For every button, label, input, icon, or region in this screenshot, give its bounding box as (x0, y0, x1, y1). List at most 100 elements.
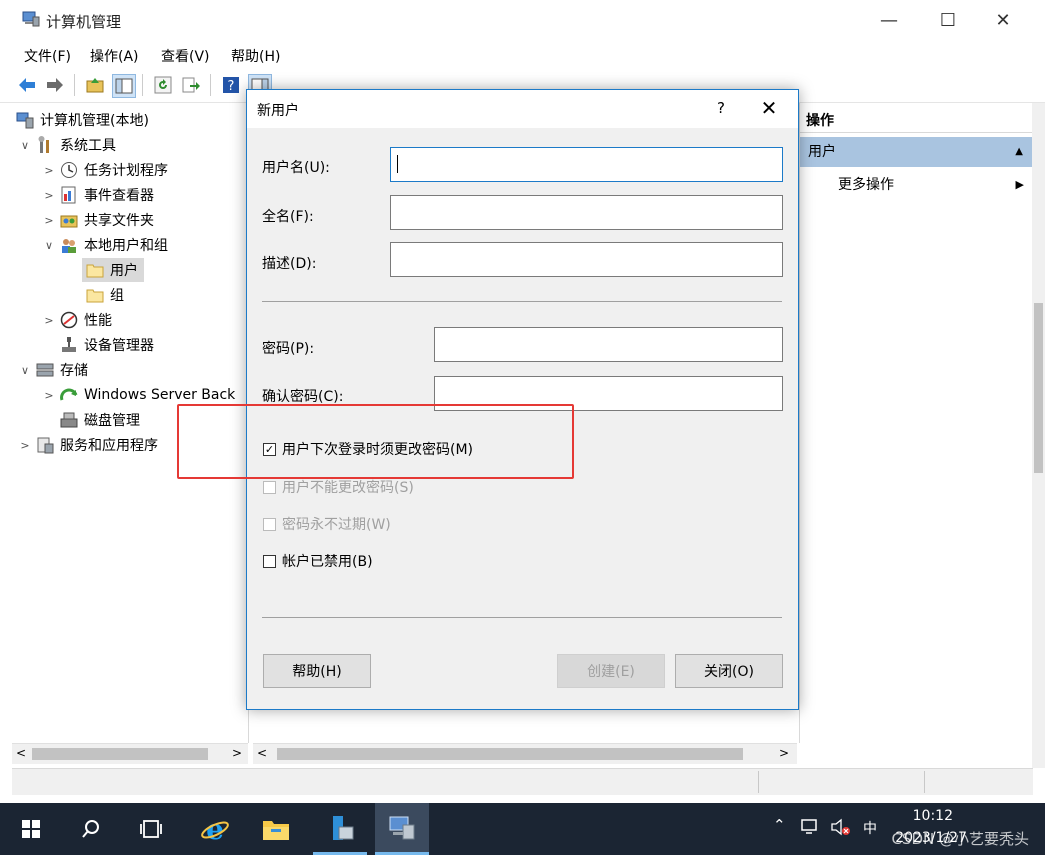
scroll-right-icon[interactable]: > (779, 746, 789, 760)
tree-item-storage[interactable]: ∨ 存储 (18, 358, 88, 382)
chevron-right-icon[interactable]: > (42, 389, 56, 402)
computer-management-icon (389, 816, 415, 839)
collapse-up-icon[interactable]: ▲ (1015, 137, 1023, 167)
tree-item-device-manager[interactable]: 设备管理器 (60, 333, 154, 357)
tree-item-users[interactable]: 用户 (82, 258, 144, 282)
checkbox-box[interactable] (263, 480, 276, 494)
tree-item-shared-folders[interactable]: > 共享文件夹 (42, 208, 154, 232)
services-icon (36, 436, 54, 454)
menu-file[interactable]: 文件(F) (24, 46, 71, 66)
description-input[interactable] (390, 242, 783, 277)
result-horizontal-scrollbar[interactable]: < > (253, 743, 797, 764)
show-hidden-icons-icon[interactable]: ⌃ (773, 816, 786, 834)
menu-help[interactable]: 帮助(H) (231, 46, 280, 66)
scroll-right-icon[interactable]: > (232, 746, 242, 760)
task-view-button[interactable] (124, 803, 178, 855)
menu-action[interactable]: 操作(A) (90, 46, 139, 66)
confirm-password-label: 确认密码(C): (262, 389, 344, 405)
chevron-right-icon[interactable]: > (42, 214, 56, 227)
server-manager-icon (333, 815, 354, 840)
close-window-button[interactable]: ✕ (980, 4, 1026, 36)
fullname-input[interactable] (390, 195, 783, 230)
scroll-left-icon[interactable]: < (257, 746, 267, 760)
computer-management-taskbar-button[interactable] (375, 803, 429, 855)
close-button[interactable]: 关闭(O) (675, 654, 783, 688)
svg-text:e: e (206, 814, 224, 844)
tools-icon (36, 136, 54, 154)
cannot-change-password-checkbox[interactable]: 用户不能更改密码(S) (263, 477, 414, 497)
account-disabled-checkbox[interactable]: 帐户已禁用(B) (263, 551, 373, 571)
chevron-right-icon[interactable]: > (42, 164, 56, 177)
chevron-right-icon[interactable]: > (42, 189, 56, 202)
vertical-scrollbar[interactable] (1032, 103, 1045, 768)
checkmark-icon[interactable]: ✓ (263, 442, 276, 456)
folder-icon (86, 261, 104, 279)
password-never-expires-checkbox[interactable]: 密码永不过期(W) (263, 514, 391, 534)
help-icon[interactable]: ? (220, 74, 242, 96)
help-button[interactable]: 帮助(H) (263, 654, 371, 688)
input-method-indicator[interactable]: 中 (863, 818, 877, 838)
scrollbar-thumb[interactable] (32, 748, 208, 760)
checkbox-box[interactable] (263, 517, 276, 531)
username-input[interactable] (390, 147, 783, 182)
tree-item-local-users-groups[interactable]: ∨ 本地用户和组 (42, 233, 168, 257)
scroll-left-icon[interactable]: < (16, 746, 26, 760)
forward-icon[interactable] (44, 74, 66, 96)
export-icon[interactable] (180, 74, 202, 96)
menu-view[interactable]: 查看(V) (161, 46, 210, 66)
server-manager-button[interactable] (313, 803, 367, 855)
password-input[interactable] (434, 327, 783, 362)
tree-item-event-viewer[interactable]: > 事件查看器 (42, 183, 154, 207)
task-view-icon (140, 820, 162, 838)
tree-item-groups[interactable]: 组 (86, 283, 124, 307)
tree-item-system-tools[interactable]: ∨ 系统工具 (18, 133, 116, 157)
maximize-button[interactable]: ☐ (925, 4, 971, 36)
actions-section-users[interactable]: 用户 ▲ (800, 137, 1033, 167)
file-explorer-button[interactable] (249, 803, 303, 855)
tree-item-task-scheduler[interactable]: > 任务计划程序 (42, 158, 168, 182)
search-button[interactable] (64, 803, 118, 855)
disk-icon (60, 411, 78, 429)
back-icon[interactable] (16, 74, 38, 96)
scrollbar-thumb[interactable] (277, 748, 743, 760)
refresh-icon[interactable] (152, 74, 174, 96)
internet-explorer-button[interactable]: e (188, 803, 242, 855)
dialog-help-button[interactable]: ? (709, 96, 733, 120)
network-icon[interactable] (800, 818, 820, 840)
show-tree-icon[interactable] (112, 74, 136, 98)
status-divider (758, 771, 759, 793)
toolbar-separator (142, 74, 143, 96)
actions-pane: 操作 用户 ▲ 更多操作 ▶ (799, 103, 1033, 743)
search-icon (82, 820, 99, 838)
tree-item-performance[interactable]: > 性能 (42, 308, 112, 332)
tree-item-computer-management[interactable]: 计算机管理(本地) (16, 108, 149, 132)
chevron-down-icon[interactable]: ∨ (18, 364, 32, 377)
tree-item-disk-management[interactable]: 磁盘管理 (60, 408, 140, 432)
dialog-separator (262, 617, 782, 618)
storage-icon (36, 361, 54, 379)
chevron-right-icon[interactable]: > (18, 439, 32, 452)
clock-time[interactable]: 10:12 (913, 808, 953, 824)
dialog-title: 新用户 (257, 103, 299, 119)
checkbox-box[interactable] (263, 554, 276, 568)
create-button[interactable]: 创建(E) (557, 654, 665, 688)
dialog-close-button[interactable]: ✕ (757, 96, 781, 120)
start-button[interactable] (4, 803, 58, 855)
minimize-button[interactable]: — (866, 4, 912, 36)
tree-horizontal-scrollbar[interactable]: < > (12, 743, 248, 764)
confirm-password-input[interactable] (434, 376, 783, 411)
username-label: 用户名(U): (262, 160, 330, 176)
scrollbar-thumb[interactable] (1034, 303, 1043, 473)
must-change-password-checkbox[interactable]: ✓ 用户下次登录时须更改密码(M) (263, 439, 473, 459)
event-viewer-icon (60, 186, 78, 204)
watermark-text: CSDN @小艺要秃头 (891, 830, 1029, 848)
chevron-down-icon[interactable]: ∨ (18, 139, 32, 152)
chevron-right-icon[interactable]: > (42, 314, 56, 327)
volume-muted-icon[interactable] (830, 818, 852, 840)
tree-item-windows-server-backup[interactable]: > Windows Server Back (42, 383, 235, 407)
more-actions-item[interactable]: 更多操作 ▶ (838, 173, 1028, 197)
tree-item-services-applications[interactable]: > 服务和应用程序 (18, 433, 158, 457)
up-folder-icon[interactable] (84, 74, 106, 96)
toolbar-separator (74, 74, 75, 96)
chevron-down-icon[interactable]: ∨ (42, 239, 56, 252)
